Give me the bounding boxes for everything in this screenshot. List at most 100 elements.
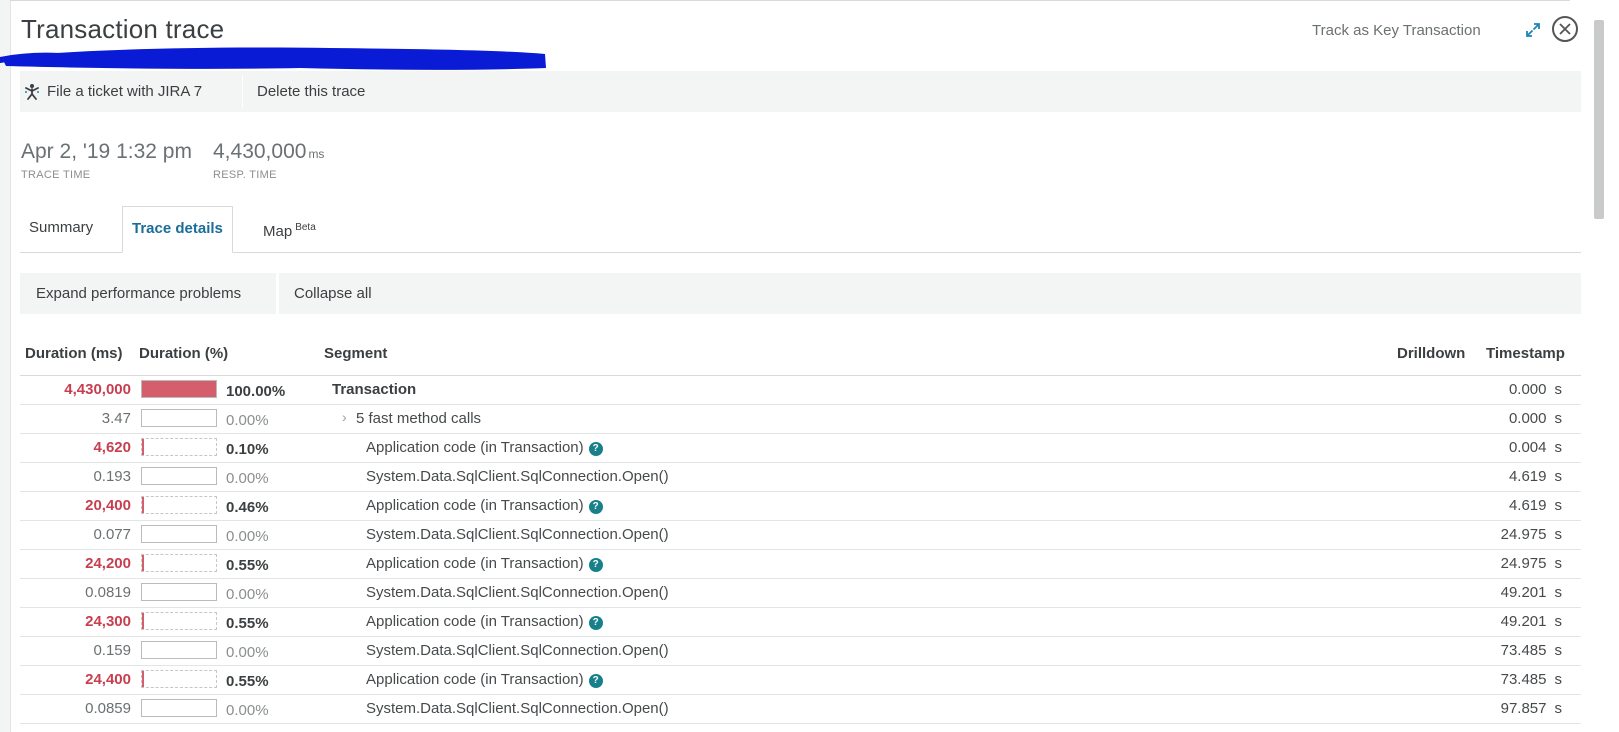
table-row[interactable]: 24,200 0.55% Application code (in Transact…	[20, 550, 1581, 579]
table-row[interactable]: 24,300 0.55% Application code (in Transact…	[20, 608, 1581, 637]
timestamp-unit: s	[1554, 439, 1563, 456]
duration-bar	[141, 467, 217, 485]
segment-name: Application code (in Transaction)?	[366, 671, 603, 688]
duration-percent: 0.10%	[226, 441, 269, 458]
duration-bar	[141, 525, 217, 543]
col-duration-ms[interactable]: Duration (ms)	[25, 345, 123, 362]
timestamp-number: 49.201	[1500, 613, 1547, 630]
duration-bar	[141, 409, 217, 427]
timestamp-unit: s	[1554, 497, 1563, 514]
duration-value: 0.0859	[85, 700, 131, 717]
collapse-all-button[interactable]: Collapse all	[294, 273, 372, 314]
timestamp-number: 0.000	[1508, 410, 1547, 427]
chevron-right-icon[interactable]: ›	[342, 409, 347, 425]
duration-percent: 0.00%	[226, 412, 269, 429]
table-row[interactable]: 0.0859 0.00% System.Data.SqlClient.SqlConn…	[20, 695, 1581, 724]
duration-value: 0.0819	[85, 584, 131, 601]
segment-label: Application code (in Transaction)	[366, 613, 584, 630]
help-icon[interactable]: ?	[588, 500, 603, 514]
duration-value: 4,430,000	[64, 381, 131, 398]
timestamp-value: 24.975 s	[1460, 555, 1562, 572]
timestamp-unit: s	[1554, 642, 1563, 659]
divider	[276, 273, 279, 314]
segment-name: System.Data.SqlClient.SqlConnection.Open…	[366, 468, 669, 485]
timestamp-number: 4.619	[1508, 468, 1547, 485]
jira-ticket-label: File a ticket with JIRA 7	[47, 83, 203, 100]
table-row[interactable]: 0.077 0.00% System.Data.SqlClient.SqlConne…	[20, 521, 1581, 550]
close-icon	[1559, 23, 1571, 35]
table-row[interactable]: 0.0819 0.00% System.Data.SqlClient.SqlConn…	[20, 579, 1581, 608]
help-icon[interactable]: ?	[588, 442, 603, 456]
timestamp-number: 73.485	[1500, 642, 1547, 659]
segment-name: Application code (in Transaction)?	[366, 555, 603, 572]
timestamp-value: 97.857 s	[1460, 700, 1562, 717]
segment-label: Application code (in Transaction)	[366, 439, 584, 456]
help-icon[interactable]: ?	[588, 558, 603, 572]
jira-icon	[25, 83, 39, 100]
segment-name: Application code (in Transaction)?	[366, 439, 603, 456]
duration-value: 24,200	[85, 555, 131, 572]
segment-label: System.Data.SqlClient.SqlConnection.Open…	[366, 584, 669, 601]
table-row[interactable]: 0.159 0.00% System.Data.SqlClient.SqlConne…	[20, 637, 1581, 666]
duration-percent: 0.00%	[226, 702, 269, 719]
duration-value: 20,400	[85, 497, 131, 514]
timestamp-value: 73.485 s	[1460, 642, 1562, 659]
duration-bar	[141, 641, 217, 659]
segment-label: System.Data.SqlClient.SqlConnection.Open…	[366, 642, 669, 659]
table-row[interactable]: 20,400 0.46% Application code (in Transact…	[20, 492, 1581, 521]
table-row[interactable]: 4,430,000 100.00% Transaction 0.000 s	[20, 376, 1581, 405]
timestamp-unit: s	[1554, 584, 1563, 601]
tab-map[interactable]: Map Beta	[263, 206, 316, 252]
timestamp-number: 0.000	[1508, 381, 1547, 398]
col-duration-pct[interactable]: Duration (%)	[139, 345, 228, 362]
duration-value: 0.159	[93, 642, 131, 659]
tab-trace-details[interactable]: Trace details	[122, 206, 233, 253]
timestamp-value: 49.201 s	[1460, 613, 1562, 630]
col-drilldown[interactable]: Drilldown	[1397, 345, 1465, 362]
timestamp-value: 24.975 s	[1460, 526, 1562, 543]
duration-percent: 0.00%	[226, 470, 269, 487]
duration-value: 24,400	[85, 671, 131, 688]
table-row[interactable]: 0.193 0.00% System.Data.SqlClient.SqlConne…	[20, 463, 1581, 492]
col-segment[interactable]: Segment	[324, 345, 387, 362]
close-button[interactable]	[1552, 16, 1578, 42]
duration-bar	[141, 612, 217, 630]
trace-tabs: Summary Trace details Map Beta	[20, 206, 1581, 253]
help-icon[interactable]: ?	[588, 616, 603, 630]
duration-bar-fill	[142, 381, 216, 397]
table-row[interactable]: 3.47 0.00% › 5 fast method calls 0.000 s	[20, 405, 1581, 434]
tab-map-label: Map	[263, 223, 293, 240]
divider	[242, 75, 243, 108]
expand-performance-problems-button[interactable]: Expand performance problems	[36, 273, 241, 314]
trace-time-stat: Apr 2, '19 1:32 pm TRACE TIME	[21, 140, 192, 181]
duration-percent: 0.46%	[226, 499, 269, 516]
table-row[interactable]: 4,620 0.10% Application code (in Transacti…	[20, 434, 1581, 463]
tab-summary[interactable]: Summary	[29, 206, 93, 252]
duration-bar-fill	[142, 613, 144, 629]
table-header: Duration (ms) Duration (%) Segment Drill…	[20, 343, 1581, 376]
timestamp-number: 97.857	[1500, 700, 1547, 717]
duration-percent: 0.00%	[226, 528, 269, 545]
delete-trace-button[interactable]: Delete this trace	[257, 71, 365, 112]
timestamp-unit: s	[1554, 410, 1563, 427]
duration-percent: 0.55%	[226, 557, 269, 574]
segment-name: System.Data.SqlClient.SqlConnection.Open…	[366, 642, 669, 659]
segment-name[interactable]: 5 fast method calls	[356, 410, 481, 427]
segment-name: Transaction	[332, 381, 416, 398]
table-row[interactable]: 24,400 0.55% Application code (in Transact…	[20, 666, 1581, 695]
timestamp-value: 73.485 s	[1460, 671, 1562, 688]
scrollbar-thumb[interactable]	[1594, 20, 1604, 219]
col-timestamp[interactable]: Timestamp	[1486, 345, 1565, 362]
timestamp-number: 4.619	[1508, 497, 1547, 514]
resp-time-stat: 4,430,000 ms RESP. TIME	[213, 140, 324, 181]
duration-percent: 0.00%	[226, 644, 269, 661]
track-key-transaction-link[interactable]: Track as Key Transaction	[1312, 22, 1481, 39]
expand-icon[interactable]	[1525, 22, 1541, 38]
timestamp-value: 0.000 s	[1460, 410, 1562, 427]
timestamp-value: 4.619 s	[1460, 468, 1562, 485]
jira-ticket-button[interactable]: File a ticket with JIRA 7	[23, 71, 202, 112]
help-icon[interactable]: ?	[588, 674, 603, 688]
segment-label: System.Data.SqlClient.SqlConnection.Open…	[366, 526, 669, 543]
duration-bar-fill	[142, 439, 144, 455]
timestamp-number: 0.004	[1508, 439, 1547, 456]
